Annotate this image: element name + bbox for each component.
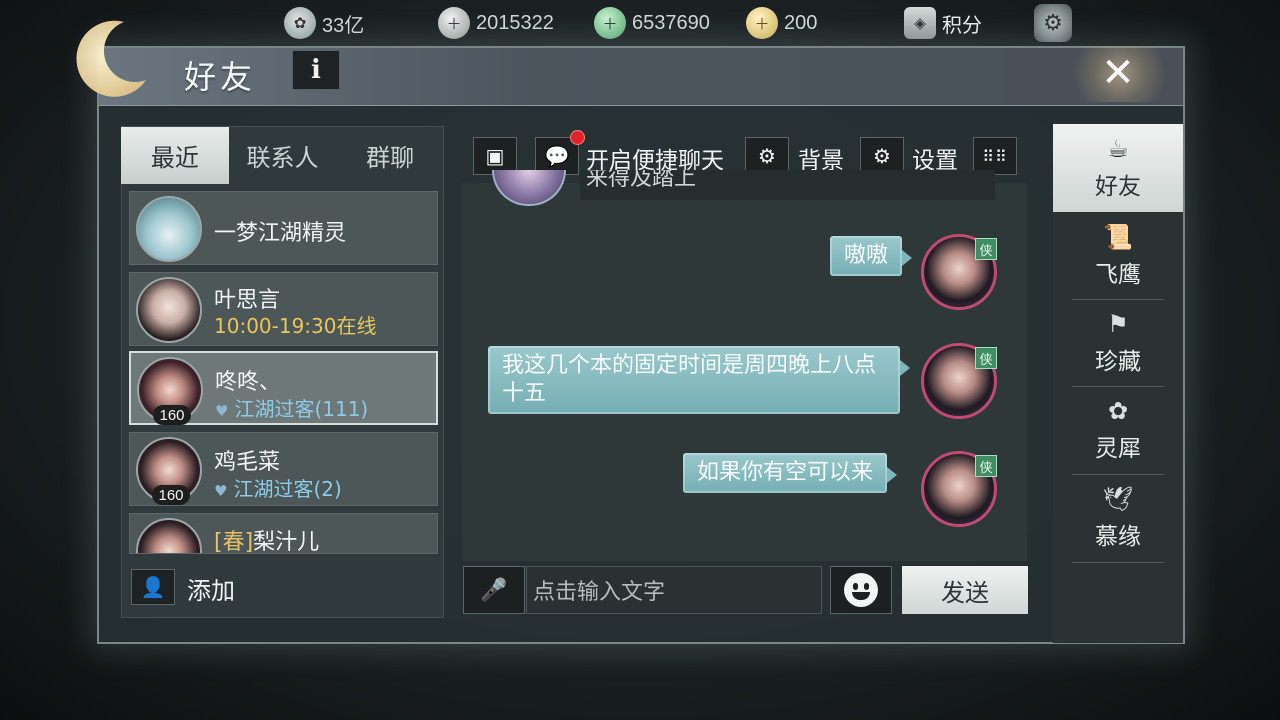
info-button[interactable]: i xyxy=(292,50,340,90)
nav-label: 慕缘 xyxy=(1095,524,1141,550)
friend-name: 鸡毛菜 xyxy=(214,450,281,475)
chat-bubble-icon: 💬 xyxy=(544,144,570,168)
chat-input[interactable]: 点击输入文字 xyxy=(526,566,822,614)
friend-name-tag: [春] xyxy=(214,530,254,554)
friend-name: 咚咚、 xyxy=(215,370,282,395)
grid-icon: ⠿⠿ xyxy=(982,146,1008,166)
currency-points[interactable]: ◈ 积分 xyxy=(904,4,982,42)
system-settings-icon[interactable]: ⚙ xyxy=(1034,4,1072,42)
currency-coins-value: 33亿 xyxy=(322,14,365,37)
moon-icon xyxy=(76,20,146,97)
charm-icon: ✿ xyxy=(1107,397,1129,425)
nav-friends[interactable]: ☕ 好友 xyxy=(1053,124,1183,212)
friend-item[interactable]: 一梦江湖精灵 xyxy=(129,191,438,265)
friend-item[interactable]: 叶思言 10:00-19:30在线 xyxy=(129,272,438,346)
gear-icon: ⚙ xyxy=(758,144,776,168)
emoji-button[interactable] xyxy=(830,566,892,614)
friend-relation: ♥ 江湖过客(111) xyxy=(215,393,368,422)
currency-jade-value: 6537690 xyxy=(632,11,710,34)
jade-icon: ＋ xyxy=(594,7,626,39)
friend-item[interactable]: [春]梨汁儿 xyxy=(129,513,438,554)
close-button[interactable]: ✕ xyxy=(1088,48,1148,98)
xia-badge: 侠 xyxy=(975,347,997,369)
xia-badge: 侠 xyxy=(975,238,997,260)
currency-bar: ✿ 33亿 ＋ 2015322 ＋ 6537690 ＋ 200 ◈ 积分 ⚙ xyxy=(0,0,1280,46)
nav-label: 灵犀 xyxy=(1095,436,1141,462)
friend-relation-text: 江湖过客(2) xyxy=(233,477,342,501)
nav-divider xyxy=(1072,562,1164,563)
nav-muyuan[interactable]: 🕊 慕缘 xyxy=(1053,474,1183,562)
flag-icon: ⚑ xyxy=(1107,310,1129,338)
nav-collection[interactable]: ⚑ 珍藏 xyxy=(1053,299,1183,387)
currency-coins[interactable]: ✿ 33亿 xyxy=(284,4,364,42)
chat-bubble[interactable]: 如果你有空可以来 xyxy=(683,453,898,493)
friend-online-time: 10:00-19:30在线 xyxy=(214,314,377,338)
nav-feiying[interactable]: 📜 飞鹰 xyxy=(1053,212,1183,300)
friend-relation-text: 江湖过客(111) xyxy=(234,397,369,421)
microphone-icon: 🎤 xyxy=(480,577,508,603)
nav-label: 珍藏 xyxy=(1095,349,1141,375)
monitor-icon: ▣ xyxy=(485,144,505,168)
avatar xyxy=(136,277,202,343)
nav-label: 好友 xyxy=(1095,174,1141,200)
friend-name-text: 梨汁儿 xyxy=(253,530,320,554)
voice-input-button[interactable]: 🎤 xyxy=(463,566,525,614)
shield-icon: ◈ xyxy=(904,7,936,39)
level-badge: 160 xyxy=(153,405,191,425)
smiley-icon xyxy=(844,573,878,607)
friend-list-tabs: 最近 联系人 群聊 xyxy=(121,127,444,184)
currency-gold-value: 200 xyxy=(784,11,818,34)
coin-film-icon: ✿ xyxy=(284,7,316,39)
friend-item[interactable]: 160 鸡毛菜 ♥ 江湖过客(2) xyxy=(129,432,438,506)
level-badge: 160 xyxy=(152,485,190,505)
tab-contacts[interactable]: 联系人 xyxy=(229,127,337,184)
teapot-icon: ☕ xyxy=(1107,135,1129,163)
send-button[interactable]: 发送 xyxy=(902,566,1028,614)
gear-icon: ⚙ xyxy=(873,144,891,168)
currency-points-label: 积分 xyxy=(942,14,982,37)
friend-relation: ♥ 江湖过客(2) xyxy=(214,473,342,502)
friend-name: 一梦江湖精灵 xyxy=(214,221,347,246)
chat-bubble[interactable]: 我这几个本的固定时间是周四晚上八点十五 xyxy=(488,346,910,414)
crane-icon: 🕊 xyxy=(1102,485,1134,513)
currency-silver-value: 2015322 xyxy=(476,11,554,34)
xia-badge: 侠 xyxy=(975,455,997,477)
heart-icon: ♥ xyxy=(215,402,229,420)
heart-icon: ♥ xyxy=(214,482,228,500)
nav-label: 飞鹰 xyxy=(1095,262,1141,288)
add-friend-icon[interactable]: 👤 xyxy=(131,569,175,605)
silver-ingot-icon: ＋ xyxy=(438,7,470,39)
currency-gold[interactable]: ＋ 200 xyxy=(746,4,817,42)
friend-item-selected[interactable]: 160 咚咚、 ♥ 江湖过客(111) xyxy=(129,351,438,425)
page-title: 好友 xyxy=(184,58,257,96)
currency-silver[interactable]: ＋ 2015322 xyxy=(438,4,554,42)
tab-groups[interactable]: 群聊 xyxy=(336,127,444,184)
gold-ingot-icon: ＋ xyxy=(746,7,778,39)
avatar xyxy=(136,518,202,553)
scroll-icon: 📜 xyxy=(1103,223,1133,251)
avatar xyxy=(136,196,202,262)
partial-message: 来得及踏上 xyxy=(580,170,995,200)
add-friend-label[interactable]: 添加 xyxy=(187,571,235,606)
tab-recent[interactable]: 最近 xyxy=(121,127,229,184)
nav-lingxi[interactable]: ✿ 灵犀 xyxy=(1053,386,1183,474)
currency-jade[interactable]: ＋ 6537690 xyxy=(594,4,710,42)
notification-dot xyxy=(570,130,585,145)
chat-bubble[interactable]: 嗷嗷 xyxy=(830,236,913,276)
friend-name: [春]梨汁儿 xyxy=(214,524,320,554)
title-bar xyxy=(99,48,1183,106)
